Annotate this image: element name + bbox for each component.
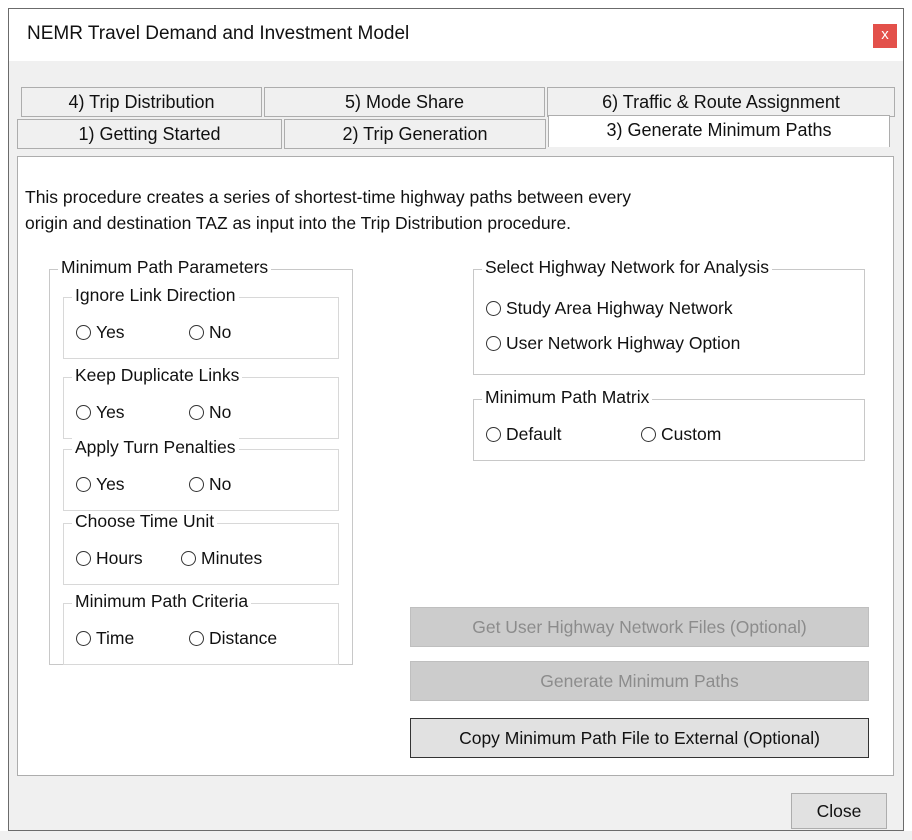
radio-label: Yes <box>96 474 125 494</box>
radio-circle-icon <box>189 405 204 420</box>
radio-circle-icon <box>486 301 501 316</box>
ignore-link-no-radio[interactable]: No <box>189 322 231 343</box>
title-bar: NEMR Travel Demand and Investment Model … <box>9 9 903 61</box>
min-path-matrix-group: Minimum Path Matrix Default Custom <box>473 387 865 461</box>
window-title: NEMR Travel Demand and Investment Model <box>27 23 410 44</box>
ignore-link-yes-radio[interactable]: Yes <box>76 322 125 343</box>
criteria-time-radio[interactable]: Time <box>76 628 134 649</box>
tab-getting-started[interactable]: 1) Getting Started <box>17 119 282 149</box>
radio-label: Study Area Highway Network <box>506 298 733 318</box>
radio-label: Yes <box>96 322 125 342</box>
dialog-window: NEMR Travel Demand and Investment Model … <box>8 8 904 831</box>
radio-circle-icon <box>189 325 204 340</box>
radio-label: Time <box>96 628 135 648</box>
min-path-matrix-title: Minimum Path Matrix <box>482 387 653 408</box>
radio-circle-icon <box>76 405 91 420</box>
time-unit-hours-radio[interactable]: Hours <box>76 548 143 569</box>
close-button[interactable]: Close <box>791 793 887 829</box>
radio-label: No <box>209 322 232 342</box>
radio-circle-icon <box>76 477 91 492</box>
description-line-2: origin and destination TAZ as input into… <box>25 213 572 233</box>
turn-penalties-yes-radio[interactable]: Yes <box>76 474 125 495</box>
radio-circle-icon <box>76 325 91 340</box>
radio-circle-icon <box>189 631 204 646</box>
time-unit-minutes-radio[interactable]: Minutes <box>181 548 262 569</box>
highway-network-group: Select Highway Network for Analysis Stud… <box>473 257 865 375</box>
choose-time-unit-group: Choose Time Unit Hours Minutes <box>63 511 339 585</box>
description-line-1: This procedure creates a series of short… <box>25 187 631 207</box>
criteria-distance-radio[interactable]: Distance <box>189 628 277 649</box>
background-strip <box>0 831 912 840</box>
radio-circle-icon <box>189 477 204 492</box>
apply-turn-penalties-title: Apply Turn Penalties <box>72 437 239 458</box>
tab-trip-distribution[interactable]: 4) Trip Distribution <box>21 87 262 117</box>
tab-trip-generation[interactable]: 2) Trip Generation <box>284 119 546 149</box>
radio-circle-icon <box>486 336 501 351</box>
radio-circle-icon <box>641 427 656 442</box>
user-network-option-radio[interactable]: User Network Highway Option <box>486 333 740 354</box>
min-path-criteria-title: Minimum Path Criteria <box>72 591 252 612</box>
radio-label: User Network Highway Option <box>506 333 741 353</box>
highway-network-title: Select Highway Network for Analysis <box>482 257 772 278</box>
matrix-custom-radio[interactable]: Custom <box>641 424 721 445</box>
procedure-description: This procedure creates a series of short… <box>25 184 855 236</box>
copy-min-path-file-button[interactable]: Copy Minimum Path File to External (Opti… <box>410 718 869 758</box>
radio-circle-icon <box>486 427 501 442</box>
radio-circle-icon <box>181 551 196 566</box>
radio-circle-icon <box>76 551 91 566</box>
matrix-default-radio[interactable]: Default <box>486 424 561 445</box>
turn-penalties-no-radio[interactable]: No <box>189 474 231 495</box>
ignore-link-direction-group: Ignore Link Direction Yes No <box>63 285 339 359</box>
tab-traffic-route-assignment[interactable]: 6) Traffic & Route Assignment <box>547 87 895 117</box>
study-area-network-radio[interactable]: Study Area Highway Network <box>486 298 733 319</box>
keep-duplicate-links-title: Keep Duplicate Links <box>72 365 243 386</box>
radio-label: Custom <box>661 424 722 444</box>
get-user-network-files-button[interactable]: Get User Highway Network Files (Optional… <box>410 607 869 647</box>
min-path-params-title: Minimum Path Parameters <box>58 257 272 278</box>
radio-label: Default <box>506 424 562 444</box>
choose-time-unit-title: Choose Time Unit <box>72 511 218 532</box>
apply-turn-penalties-group: Apply Turn Penalties Yes No <box>63 437 339 511</box>
radio-label: No <box>209 474 232 494</box>
tab-mode-share[interactable]: 5) Mode Share <box>264 87 545 117</box>
keep-duplicate-yes-radio[interactable]: Yes <box>76 402 125 423</box>
keep-duplicate-links-group: Keep Duplicate Links Yes No <box>63 365 339 439</box>
radio-label: Minutes <box>201 548 263 568</box>
radio-label: No <box>209 402 232 422</box>
tab-generate-minimum-paths[interactable]: 3) Generate Minimum Paths <box>548 115 890 147</box>
radio-circle-icon <box>76 631 91 646</box>
min-path-criteria-group: Minimum Path Criteria Time Distance <box>63 591 339 665</box>
close-icon[interactable]: x <box>873 24 897 48</box>
ignore-link-direction-title: Ignore Link Direction <box>72 285 239 306</box>
generate-minimum-paths-button[interactable]: Generate Minimum Paths <box>410 661 869 701</box>
radio-label: Yes <box>96 402 125 422</box>
keep-duplicate-no-radio[interactable]: No <box>189 402 231 423</box>
radio-label: Hours <box>96 548 143 568</box>
radio-label: Distance <box>209 628 278 648</box>
